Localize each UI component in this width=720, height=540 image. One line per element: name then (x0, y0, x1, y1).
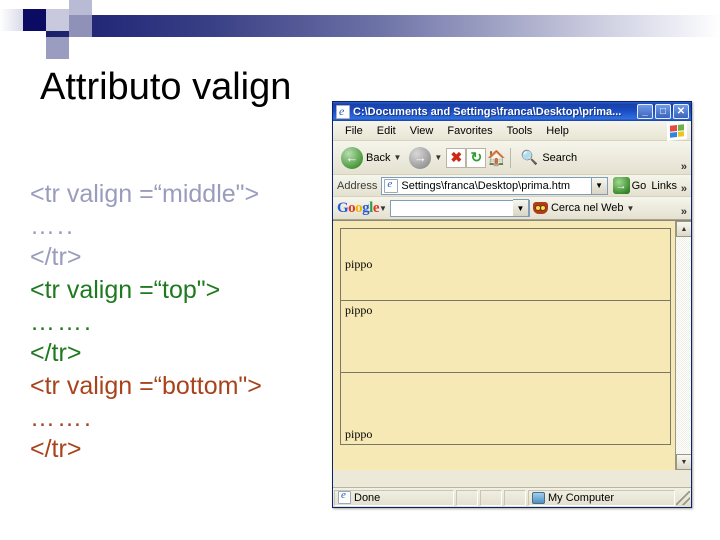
address-dropdown-icon[interactable]: ▼ (591, 176, 608, 195)
header-square-navy (23, 9, 46, 31)
window-title: C:\Documents and Settings\franca\Desktop… (353, 105, 622, 118)
resize-grip[interactable] (676, 490, 690, 505)
back-arrow-icon: ← (341, 146, 363, 169)
browser-window[interactable]: C:\Documents and Settings\franca\Desktop… (332, 101, 692, 508)
vertical-scrollbar[interactable]: ▲ ▼ (675, 221, 691, 470)
status-pane-3 (504, 489, 526, 506)
status-pane-2 (480, 489, 502, 506)
back-label: Back (366, 151, 391, 164)
toolbar-separator (510, 147, 512, 168)
code-line-ellipsis: ……. (30, 404, 93, 432)
ie-document-icon (336, 104, 350, 119)
slide-canvas: Attributo valign <tr valign =“middle"> …… (0, 0, 720, 540)
go-button[interactable]: → Go (608, 177, 652, 194)
go-label: Go (631, 179, 647, 192)
table-cell-top: pippo (340, 300, 671, 373)
minimize-button[interactable]: _ (637, 104, 653, 119)
search-icon: 🔍 (520, 149, 539, 165)
status-pane-1 (456, 489, 478, 506)
menu-item-favorites[interactable]: Favorites (440, 123, 499, 139)
address-label: Address (337, 179, 378, 192)
maximize-button[interactable]: □ (655, 104, 671, 119)
back-button[interactable]: ← Back ▼ (337, 146, 405, 169)
table-row: pippo (340, 372, 671, 445)
code-line: </tr> (30, 243, 82, 271)
table-cell-bottom: pippo (340, 372, 671, 445)
refresh-icon[interactable]: ↻ (466, 147, 487, 168)
menu-item-view[interactable]: View (403, 123, 441, 139)
google-web-search-label: Cerca nel Web (550, 202, 624, 214)
menu-item-file[interactable]: File (338, 123, 370, 139)
header-gradient-bar (46, 15, 720, 37)
address-input[interactable]: Settings\franca\Desktop\prima.htm (381, 176, 592, 195)
header-square-g (23, 31, 46, 37)
demo-table: pippo pippo pippo (340, 228, 671, 445)
google-web-dropdown-icon[interactable]: ▼ (627, 204, 635, 213)
windows-flag-logo (667, 120, 687, 142)
rendered-html-document: pippo pippo pippo (333, 221, 675, 470)
forward-button[interactable]: → ▼ (405, 146, 446, 169)
header-square-d (69, 0, 92, 15)
my-computer-icon (532, 491, 545, 504)
scroll-down-icon[interactable]: ▼ (676, 454, 691, 470)
code-line: <tr valign =“top"> (30, 276, 221, 304)
code-block: <tr valign =“middle"> ….. </tr> <tr vali… (30, 178, 340, 466)
toolbar-overflow-icon[interactable]: » (681, 161, 687, 173)
page-favicon-icon (384, 178, 399, 193)
window-controls[interactable]: _ □ ✕ (637, 104, 689, 119)
code-line-ellipsis: ……. (30, 308, 93, 336)
address-bar[interactable]: Address Settings\franca\Desktop\prima.ht… (333, 175, 691, 197)
search-button[interactable]: 🔍 Search (515, 148, 581, 168)
status-ie-icon (338, 489, 351, 504)
menu-item-tools[interactable]: Tools (500, 123, 540, 139)
google-toolbar[interactable]: Google ▼ ▼ Cerca nel Web ▼ » (333, 197, 691, 220)
table-row: pippo (340, 300, 671, 373)
table-cell-middle: pippo (340, 228, 671, 301)
forward-arrow-icon: → (409, 146, 432, 169)
google-search-web-icon (532, 202, 548, 214)
google-search-dropdown-icon[interactable]: ▼ (512, 199, 529, 217)
navigation-toolbar[interactable]: ← Back ▼ → ▼ ✖ ↻ 🏠 🔍 Search » (333, 141, 691, 175)
back-dropdown-icon[interactable]: ▼ (393, 153, 401, 162)
header-square-e (69, 15, 92, 37)
security-zone-pane: My Computer (528, 489, 675, 506)
header-square-c (46, 9, 69, 31)
google-web-search-button[interactable]: Cerca nel Web ▼ (532, 202, 635, 214)
menubar[interactable]: File Edit View Favorites Tools Help (333, 120, 691, 142)
header-square-a (0, 9, 23, 31)
code-line: <tr valign =“bottom"> (30, 372, 262, 400)
status-message-pane: Done (334, 489, 454, 506)
address-overflow-icon[interactable]: » (681, 183, 687, 195)
code-line-ellipsis: ….. (30, 212, 75, 240)
code-line: <tr valign =“middle"> (30, 180, 260, 208)
google-logo: Google (337, 199, 380, 216)
statusbar: Done My Computer (333, 487, 691, 507)
menu-item-edit[interactable]: Edit (370, 123, 403, 139)
table-row: pippo (340, 228, 671, 301)
header-square-f (46, 37, 69, 59)
go-arrow-icon: → (612, 177, 630, 194)
scroll-up-icon[interactable]: ▲ (676, 221, 691, 237)
google-menu-icon[interactable]: ▼ (379, 204, 387, 213)
forward-dropdown-icon[interactable]: ▼ (434, 153, 442, 162)
google-search-input[interactable]: ▼ (389, 199, 530, 217)
page-title: Attributo valign (40, 66, 292, 108)
menu-item-help[interactable]: Help (539, 123, 576, 139)
google-toolbar-overflow-icon[interactable]: » (681, 206, 687, 218)
search-label: Search (542, 151, 578, 164)
code-line: </tr> (30, 339, 82, 367)
page-content-area: pippo pippo pippo ▲ ▼ (333, 220, 691, 470)
status-message: Done (354, 491, 381, 504)
stop-icon[interactable]: ✖ (446, 147, 467, 168)
security-zone-label: My Computer (548, 491, 615, 504)
close-button[interactable]: ✕ (673, 104, 689, 119)
address-value: Settings\franca\Desktop\prima.htm (401, 179, 571, 192)
window-titlebar[interactable]: C:\Documents and Settings\franca\Desktop… (333, 102, 691, 121)
home-icon[interactable]: 🏠 (486, 148, 506, 168)
code-line: </tr> (30, 435, 82, 463)
